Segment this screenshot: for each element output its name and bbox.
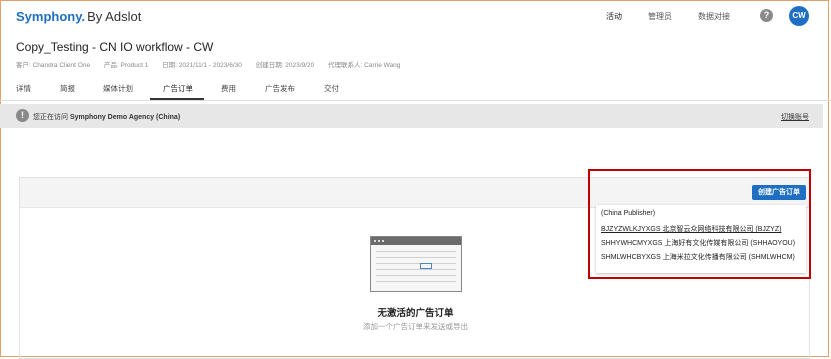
meta-agent: 代理联系人: Carrie Wang	[328, 62, 401, 69]
agency-banner: ! 您正在访问 Symphony Demo Agency (China) 切换账…	[0, 104, 823, 128]
meta-client: 客户: Chandra Client One	[16, 62, 91, 69]
banner-prefix: 您正在访问	[33, 114, 68, 121]
active-tab-indicator	[150, 98, 204, 100]
tab-details[interactable]: 详情	[16, 83, 31, 94]
tab-brief[interactable]: 简报	[60, 83, 75, 94]
page-title: Copy_Testing - CN IO workflow - CW	[16, 40, 214, 54]
tab-delivery[interactable]: 交付	[324, 83, 339, 94]
tab-bar: 详情 简报 媒体计划 广告订单 费用 广告发布 交付	[0, 76, 831, 101]
publisher-option-shmlwhcm[interactable]: SHMLWHCBYXGS 上海米拉文化传播有限公司 (SHMLWHCM)	[601, 252, 795, 262]
banner-text: 您正在访问 Symphony Demo Agency (China)	[33, 112, 180, 122]
help-icon[interactable]: ?	[760, 9, 773, 22]
publisher-option-bjzyz[interactable]: BJZYZWLKJYXGS 北京智云众网络科技有限公司 (BJZYZ)	[601, 224, 781, 234]
tab-ad-publish[interactable]: 广告发布	[265, 83, 295, 94]
create-order-button[interactable]: 创建广告订单	[752, 185, 806, 200]
brand-name: Symphony.	[16, 9, 86, 24]
empty-orders-illustration	[370, 236, 462, 292]
tab-costs[interactable]: 费用	[221, 83, 236, 94]
empty-state-subtitle: 添加一个广告订单来发送或导出	[363, 322, 468, 331]
avatar[interactable]: CW	[789, 6, 809, 26]
publisher-dropdown: (China Publisher) BJZYZWLKJYXGS 北京智云众网络科…	[596, 205, 806, 273]
brand-suffix: By Adslot	[87, 9, 142, 24]
meta-dates: 日期: 2021/11/1 - 2023/6/30	[162, 62, 242, 69]
tab-media-plan[interactable]: 媒体计划	[103, 83, 133, 94]
campaign-meta: 客户: Chandra Client One 产品: Product 1 日期:…	[16, 59, 412, 69]
brand-logo[interactable]: Symphony. By Adslot	[16, 9, 141, 24]
banner-agency: Symphony Demo Agency (China)	[69, 114, 181, 121]
empty-state-title: 无激活的广告订单	[377, 308, 454, 319]
meta-created: 创建日期: 2023/9/20	[255, 62, 315, 69]
tab-orders[interactable]: 广告订单	[163, 83, 193, 94]
top-bar: Symphony. By Adslot 活动 管理员 数据对接 ? CW	[0, 0, 831, 34]
publisher-group-label: (China Publisher)	[601, 210, 656, 217]
meta-product: 产品: Product 1	[103, 62, 149, 69]
switch-account-link[interactable]: 切换账号	[781, 112, 809, 122]
nav-data-integration[interactable]: 数据对接	[698, 11, 730, 22]
alert-icon: !	[16, 109, 29, 122]
nav-admin[interactable]: 管理员	[648, 11, 672, 22]
publisher-option-shhaoyou[interactable]: SHHYWHCMYXGS 上海好有文化传媒有限公司 (SHHAOYOU)	[601, 238, 795, 248]
nav-campaigns[interactable]: 活动	[606, 11, 622, 22]
